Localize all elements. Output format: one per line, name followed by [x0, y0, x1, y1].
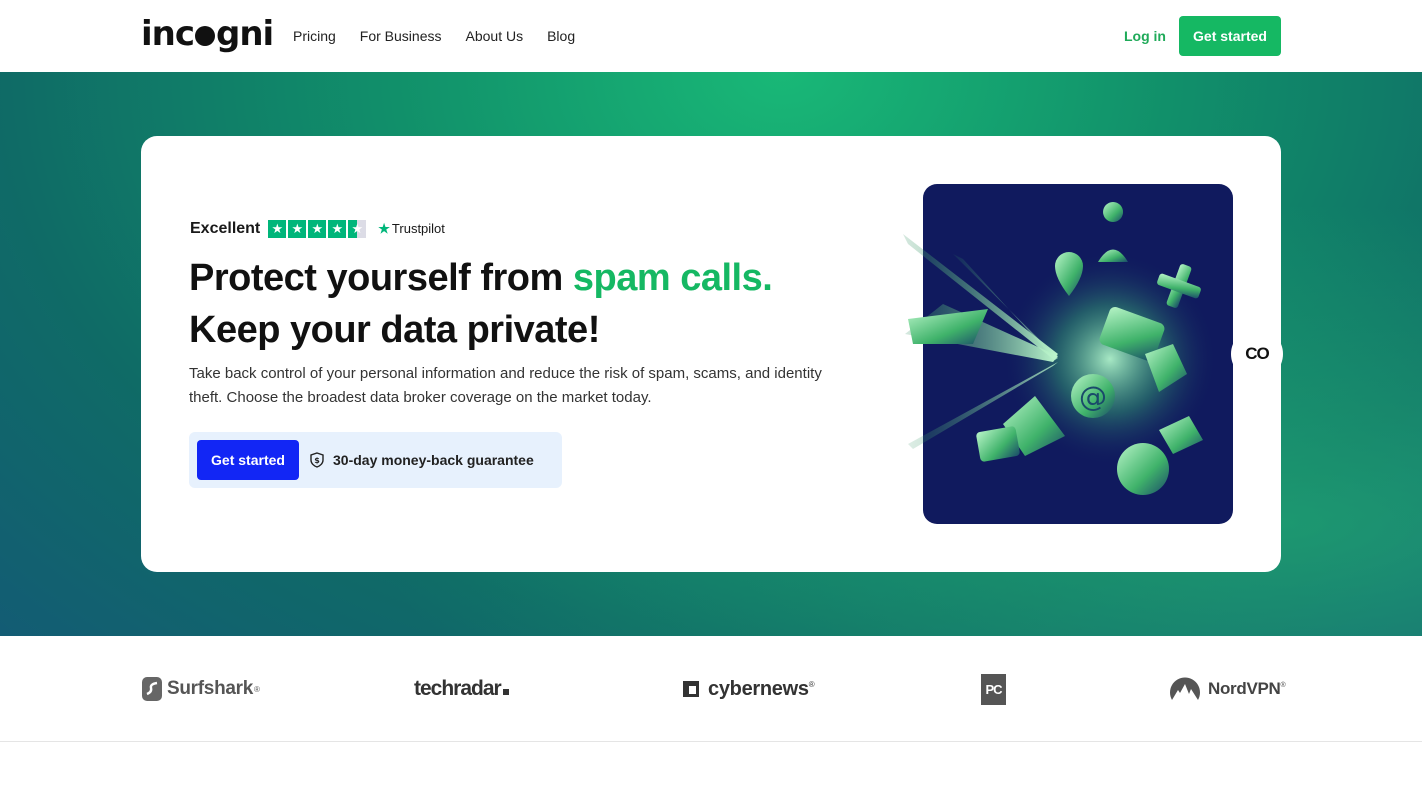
get-started-header-button[interactable]: Get started — [1179, 16, 1281, 56]
logo-dot-icon — [195, 26, 216, 46]
nav-blog[interactable]: Blog — [547, 28, 575, 44]
star-icon: ★ — [268, 220, 287, 238]
trustpilot-star-icon: ★ — [378, 221, 390, 236]
star-icon: ★ — [328, 220, 347, 238]
rating-stars: ★ ★ ★ ★ ★ — [268, 220, 367, 238]
headline-line2: Keep your data private! — [189, 309, 600, 351]
headline-highlight: spam calls. — [572, 257, 773, 299]
hero-subtext: Take back control of your personal infor… — [189, 365, 822, 406]
surfshark-icon — [142, 677, 162, 701]
pcmag-logo: PC — [981, 636, 1006, 742]
star-icon: ★ — [308, 220, 327, 238]
svg-text:@: @ — [1079, 380, 1107, 413]
login-link[interactable]: Log in — [1124, 28, 1166, 44]
nordvpn-logo: NordVPN ® — [1169, 636, 1286, 742]
pcmag-text: PC — [985, 681, 1002, 697]
nav-about-us[interactable]: About Us — [466, 28, 524, 44]
nordvpn-text: NordVPN — [1208, 679, 1281, 698]
nav-pricing[interactable]: Pricing — [293, 28, 336, 44]
headline-part1: Protect yourself from — [189, 257, 573, 299]
exploding-icons-graphic: @ — [903, 202, 1218, 495]
star-icon: ★ — [288, 220, 307, 238]
surfshark-text: Surfshark — [167, 678, 254, 699]
rating-label: Excellent — [190, 220, 261, 237]
incogni-logo[interactable]: inc gni — [141, 14, 274, 54]
site-header: inc gni Pricing For Business About Us Blo… — [0, 0, 1422, 72]
svg-text:$: $ — [314, 456, 320, 465]
trustpilot-rating[interactable]: Excellent ★ ★ ★ ★ ★ ★ Trustpilot — [190, 220, 445, 238]
guarantee-text: 30-day money-back guarantee — [333, 452, 534, 468]
main-nav: Pricing For Business About Us Blog — [293, 28, 575, 44]
cta-bar: Get started $ 30-day money-back guarante… — [189, 432, 562, 488]
get-started-button[interactable]: Get started — [197, 440, 299, 480]
half-star-icon: ★ — [348, 220, 367, 238]
techradar-logo: techradar — [414, 636, 509, 742]
guarantee-badge: $ 30-day money-back guarantee — [309, 432, 534, 488]
cybernews-logo: cybernews ® — [682, 636, 815, 742]
surfshark-logo: Surfshark ® — [141, 636, 260, 742]
nav-for-business[interactable]: For Business — [360, 28, 442, 44]
hero-headline: Protect yourself from spam calls. Keep y… — [189, 252, 773, 356]
cybernews-icon — [683, 681, 699, 697]
trustpilot-text: Trustpilot — [391, 221, 445, 236]
hero-illustration: @ — [903, 184, 1233, 524]
techradar-text: techradar — [414, 677, 502, 700]
press-logos-bar: Surfshark ® techradar cybernews ® PC NordV… — [0, 636, 1422, 742]
cybernews-text: cybernews — [708, 677, 809, 700]
side-co-button[interactable]: CO — [1233, 330, 1281, 378]
nordvpn-mountain-icon — [1170, 677, 1200, 700]
trustpilot-logo: ★ Trustpilot — [378, 221, 445, 237]
co-button-label: CO — [1245, 344, 1269, 363]
shield-dollar-icon: $ — [310, 452, 324, 468]
